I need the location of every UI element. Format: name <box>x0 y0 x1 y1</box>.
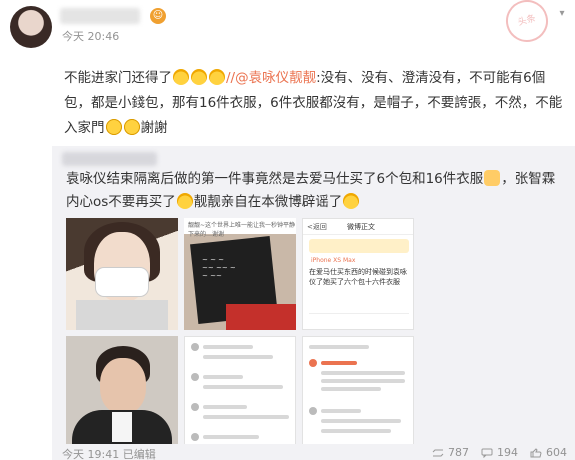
image-thumbnail-screenshot[interactable]: <返回 微博正文 iPhone XS Max 在爱马仕买东西的时候碰到袁咏仪了她… <box>302 218 414 330</box>
image-thumbnail-comments[interactable] <box>184 336 296 448</box>
repost-text-c: 靓靓亲自在本微博辟谣了 <box>193 194 343 210</box>
repost-count: 787 <box>448 446 469 459</box>
avatar[interactable] <box>10 6 52 48</box>
repost-text: 袁咏仪结束隔离后做的第一件事竟然是去爱马仕买了6个包和16件衣服 ，张智霖内心os… <box>66 168 566 214</box>
thumbnail-title: 微博正文 <box>347 223 375 231</box>
mention-link[interactable]: //@袁咏仪靓靓 <box>226 70 316 86</box>
laugh-emoji-icon <box>176 193 193 209</box>
post-text-prefix: 不能进家门还得了 <box>64 70 172 86</box>
laugh-emoji-icon <box>191 69 207 85</box>
chevron-down-icon[interactable]: ▾ <box>556 8 568 20</box>
comment-count: 194 <box>497 446 518 459</box>
stamp-watermark: 头条 <box>501 0 553 47</box>
thumbnail-device: iPhone XS Max <box>311 257 356 264</box>
image-thumbnail-masked-woman[interactable] <box>66 218 178 330</box>
edited-label: 已编辑 <box>122 448 156 460</box>
username-redacted[interactable] <box>60 8 140 24</box>
like-button[interactable]: 604 <box>530 446 567 459</box>
repost-icon <box>432 449 444 456</box>
repost-button[interactable]: 787 <box>432 446 469 459</box>
thumbs-up-icon <box>530 447 542 457</box>
laugh-emoji-icon <box>209 69 225 85</box>
laugh-emoji-icon <box>343 193 360 209</box>
action-bar: 787 194 604 <box>432 446 567 459</box>
laugh-emoji-icon <box>173 69 189 85</box>
smile-emoji-icon <box>123 119 140 135</box>
thumbnail-caption: 靓靓~这个世界上唯一能让我一秒钟平静下来的…谢谢 <box>188 222 296 238</box>
repost-time[interactable]: 今天 19:41 已编辑 <box>62 446 156 460</box>
weibo-post: ☺ 今天 20:46 头条 ▾ 不能进家门还得了//@袁咏仪靓靓:没有、没有、澄… <box>0 0 575 460</box>
comment-icon <box>481 448 493 458</box>
post-text-suffix: 謝謝 <box>140 120 168 136</box>
post-time[interactable]: 今天 20:46 <box>62 28 119 44</box>
repost-footer: 今天 19:41 已编辑 787 194 604 <box>52 444 575 460</box>
repost-box: 袁咏仪结束隔离后做的第一件事竟然是去爱马仕买了6个包和16件衣服 ，张智霖内心os… <box>52 146 575 448</box>
thumbnail-back-label: <返回 <box>307 223 327 231</box>
repost-time-text: 今天 19:41 <box>62 448 120 460</box>
user-badge-icon: ☺ <box>150 8 166 24</box>
pray-emoji-icon <box>484 170 501 186</box>
repost-text-a: 袁咏仪结束隔离后做的第一件事竟然是去爱马仕买了6个包和16件衣服 <box>66 171 484 187</box>
post-text: 不能进家门还得了//@袁咏仪靓靓:没有、没有、澄清没有，不可能有6個包，都是小錢… <box>64 66 569 141</box>
image-thumbnail-notebook[interactable]: 靓靓~这个世界上唯一能让我一秒钟平静下来的…谢谢 ~ ~ ~ ~~ ~~ ~ ~ ~… <box>184 218 296 330</box>
thumbnail-body: 在爱马仕买东西的时候碰到袁咏仪了她买了六个包十六件衣服 <box>309 268 407 286</box>
smile-emoji-icon <box>105 119 122 135</box>
image-thumbnail-pilot-man[interactable] <box>66 336 178 448</box>
like-count: 604 <box>546 446 567 459</box>
repost-username-redacted[interactable] <box>62 152 157 166</box>
comment-button[interactable]: 194 <box>481 446 518 459</box>
image-thumbnail-comments-2[interactable] <box>302 336 414 448</box>
